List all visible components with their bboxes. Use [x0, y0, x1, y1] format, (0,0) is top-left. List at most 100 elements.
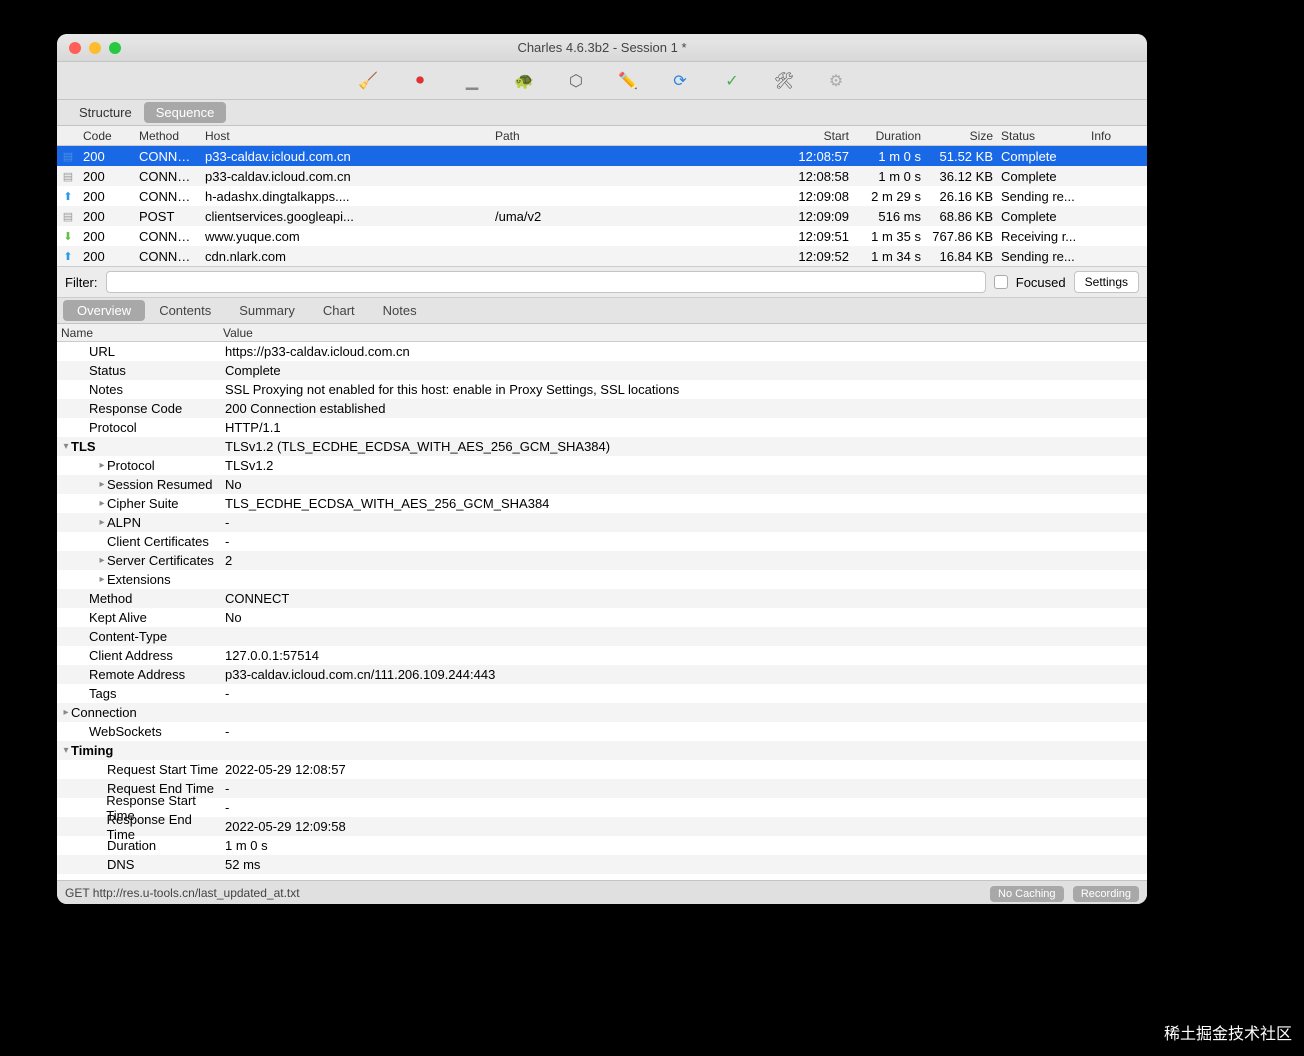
col-status[interactable]: Status — [997, 129, 1087, 143]
col-method[interactable]: Method — [135, 129, 201, 143]
tab-sequence[interactable]: Sequence — [144, 102, 227, 123]
overview-row[interactable]: Request Start Time2022-05-29 12:08:57 — [57, 760, 1147, 779]
disclosure-icon[interactable]: ▸ — [97, 517, 107, 528]
overview-row[interactable]: Remote Addressp33-caldav.icloud.com.cn/1… — [57, 665, 1147, 684]
ov-name: Request Start Time — [107, 762, 218, 777]
disclosure-icon[interactable]: ▸ — [97, 460, 107, 471]
ov-name: Remote Address — [89, 667, 185, 682]
overview-row[interactable]: ▸Server Certificates2 — [57, 551, 1147, 570]
overview-row[interactable]: MethodCONNECT — [57, 589, 1147, 608]
overview-row[interactable]: Duration1 m 0 s — [57, 836, 1147, 855]
tab-notes[interactable]: Notes — [369, 300, 431, 321]
col-host[interactable]: Host — [201, 129, 491, 143]
col-info[interactable]: Info — [1087, 129, 1147, 143]
ov-value: 1 m 0 s — [219, 838, 1147, 853]
disclosure-icon[interactable]: ▾ — [61, 745, 71, 756]
cell-start: 12:09:51 — [781, 229, 853, 244]
broom-icon[interactable]: 🧹 — [359, 72, 377, 90]
disclosure-icon[interactable]: ▸ — [61, 707, 71, 718]
overview-row[interactable]: ▸Session ResumedNo — [57, 475, 1147, 494]
col-path[interactable]: Path — [491, 129, 781, 143]
recording-badge[interactable]: Recording — [1073, 886, 1139, 902]
record-icon[interactable]: ⏺ — [411, 72, 429, 90]
ov-value: - — [219, 686, 1147, 701]
overview-row[interactable]: Content-Type — [57, 627, 1147, 646]
ov-value: No — [219, 477, 1147, 492]
disclosure-icon[interactable]: ▸ — [97, 574, 107, 585]
overview-row[interactable]: ▾Timing — [57, 741, 1147, 760]
ov-col-name[interactable]: Name — [57, 326, 219, 340]
focused-checkbox[interactable] — [994, 275, 1008, 289]
throttle-icon[interactable]: ▁ — [463, 72, 481, 90]
table-row[interactable]: ⬆200CONNECTh-adashx.dingtalkapps....12:0… — [57, 186, 1147, 206]
cell-method: POST — [135, 209, 201, 224]
overview-row[interactable]: Client Certificates- — [57, 532, 1147, 551]
overview-row[interactable]: ▸Connection — [57, 703, 1147, 722]
ov-col-value[interactable]: Value — [219, 326, 1147, 340]
disclosure-icon[interactable]: ▸ — [97, 479, 107, 490]
filter-input[interactable] — [106, 271, 986, 293]
overview-row[interactable]: ProtocolHTTP/1.1 — [57, 418, 1147, 437]
cell-duration: 1 m 0 s — [853, 169, 925, 184]
overview-row[interactable]: Tags - — [57, 684, 1147, 703]
table-row[interactable]: ⬇200CONNECTwww.yuque.com12:09:511 m 35 s… — [57, 226, 1147, 246]
overview-row[interactable]: Response End Time2022-05-29 12:09:58 — [57, 817, 1147, 836]
col-code[interactable]: Code — [79, 129, 135, 143]
ov-name: URL — [89, 344, 115, 359]
no-caching-badge[interactable]: No Caching — [990, 886, 1063, 902]
col-duration[interactable]: Duration — [853, 129, 925, 143]
table-row[interactable]: ⬆200CONNECTcdn.nlark.com12:09:521 m 34 s… — [57, 246, 1147, 266]
mode-tabs: Structure Sequence — [57, 100, 1147, 126]
check-icon[interactable]: ✓ — [723, 72, 741, 90]
overview-row[interactable]: ▸ProtocolTLSv1.2 — [57, 456, 1147, 475]
overview-row[interactable]: WebSockets- — [57, 722, 1147, 741]
ov-value: TLSv1.2 — [219, 458, 1147, 473]
overview-row[interactable]: ▾TLSTLSv1.2 (TLS_ECDHE_ECDSA_WITH_AES_25… — [57, 437, 1147, 456]
tab-summary[interactable]: Summary — [225, 300, 309, 321]
overview-row[interactable]: ▸Extensions — [57, 570, 1147, 589]
overview-row[interactable]: Client Address127.0.0.1:57514 — [57, 646, 1147, 665]
col-start[interactable]: Start — [781, 129, 853, 143]
settings-button[interactable]: Settings — [1074, 271, 1139, 293]
col-size[interactable]: Size — [925, 129, 997, 143]
cell-status: Sending re... — [997, 249, 1087, 264]
focused-label: Focused — [1016, 275, 1066, 290]
disclosure-icon[interactable]: ▾ — [61, 441, 71, 452]
cell-size: 16.84 KB — [925, 249, 997, 264]
table-row[interactable]: ▤200CONNECTp33-caldav.icloud.com.cn12:08… — [57, 146, 1147, 166]
ov-name: Status — [89, 363, 126, 378]
session-columns: Code Method Host Path Start Duration Siz… — [57, 126, 1147, 146]
overview-row[interactable]: StatusComplete — [57, 361, 1147, 380]
maximize-icon[interactable] — [109, 42, 121, 54]
overview-row[interactable]: DNS52 ms — [57, 855, 1147, 874]
turtle-icon[interactable]: 🐢 — [515, 72, 533, 90]
refresh-icon[interactable]: ⟳ — [671, 72, 689, 90]
close-icon[interactable] — [69, 42, 81, 54]
tool-icon[interactable]: 🛠 — [775, 72, 793, 90]
minimize-icon[interactable] — [89, 42, 101, 54]
tab-structure[interactable]: Structure — [67, 102, 144, 123]
overview-row[interactable]: ▸ALPN- — [57, 513, 1147, 532]
overview-row[interactable]: Kept AliveNo — [57, 608, 1147, 627]
wand-icon[interactable]: ✏️ — [619, 72, 637, 90]
overview-row[interactable]: Request End Time- — [57, 779, 1147, 798]
ov-value: - — [219, 515, 1147, 530]
tab-contents[interactable]: Contents — [145, 300, 225, 321]
ov-name: Tags — [89, 686, 116, 701]
tab-chart[interactable]: Chart — [309, 300, 369, 321]
hex-icon[interactable]: ⬡ — [567, 72, 585, 90]
session-rows: ▤200CONNECTp33-caldav.icloud.com.cn12:08… — [57, 146, 1147, 266]
table-row[interactable]: ▤200CONNECTp33-caldav.icloud.com.cn12:08… — [57, 166, 1147, 186]
disclosure-icon[interactable]: ▸ — [97, 555, 107, 566]
tab-overview[interactable]: Overview — [63, 300, 145, 321]
overview-row[interactable]: Response Start Time- — [57, 798, 1147, 817]
overview-row[interactable]: URLhttps://p33-caldav.icloud.com.cn — [57, 342, 1147, 361]
overview-body: URLhttps://p33-caldav.icloud.com.cnStatu… — [57, 342, 1147, 880]
overview-header: Name Value — [57, 324, 1147, 342]
disclosure-icon[interactable]: ▸ — [97, 498, 107, 509]
overview-row[interactable]: Response Code200 Connection established — [57, 399, 1147, 418]
gear-icon[interactable]: ⚙ — [827, 72, 845, 90]
overview-row[interactable]: ▸Cipher SuiteTLS_ECDHE_ECDSA_WITH_AES_25… — [57, 494, 1147, 513]
table-row[interactable]: ▤200POSTclientservices.googleapi.../uma/… — [57, 206, 1147, 226]
overview-row[interactable]: NotesSSL Proxying not enabled for this h… — [57, 380, 1147, 399]
